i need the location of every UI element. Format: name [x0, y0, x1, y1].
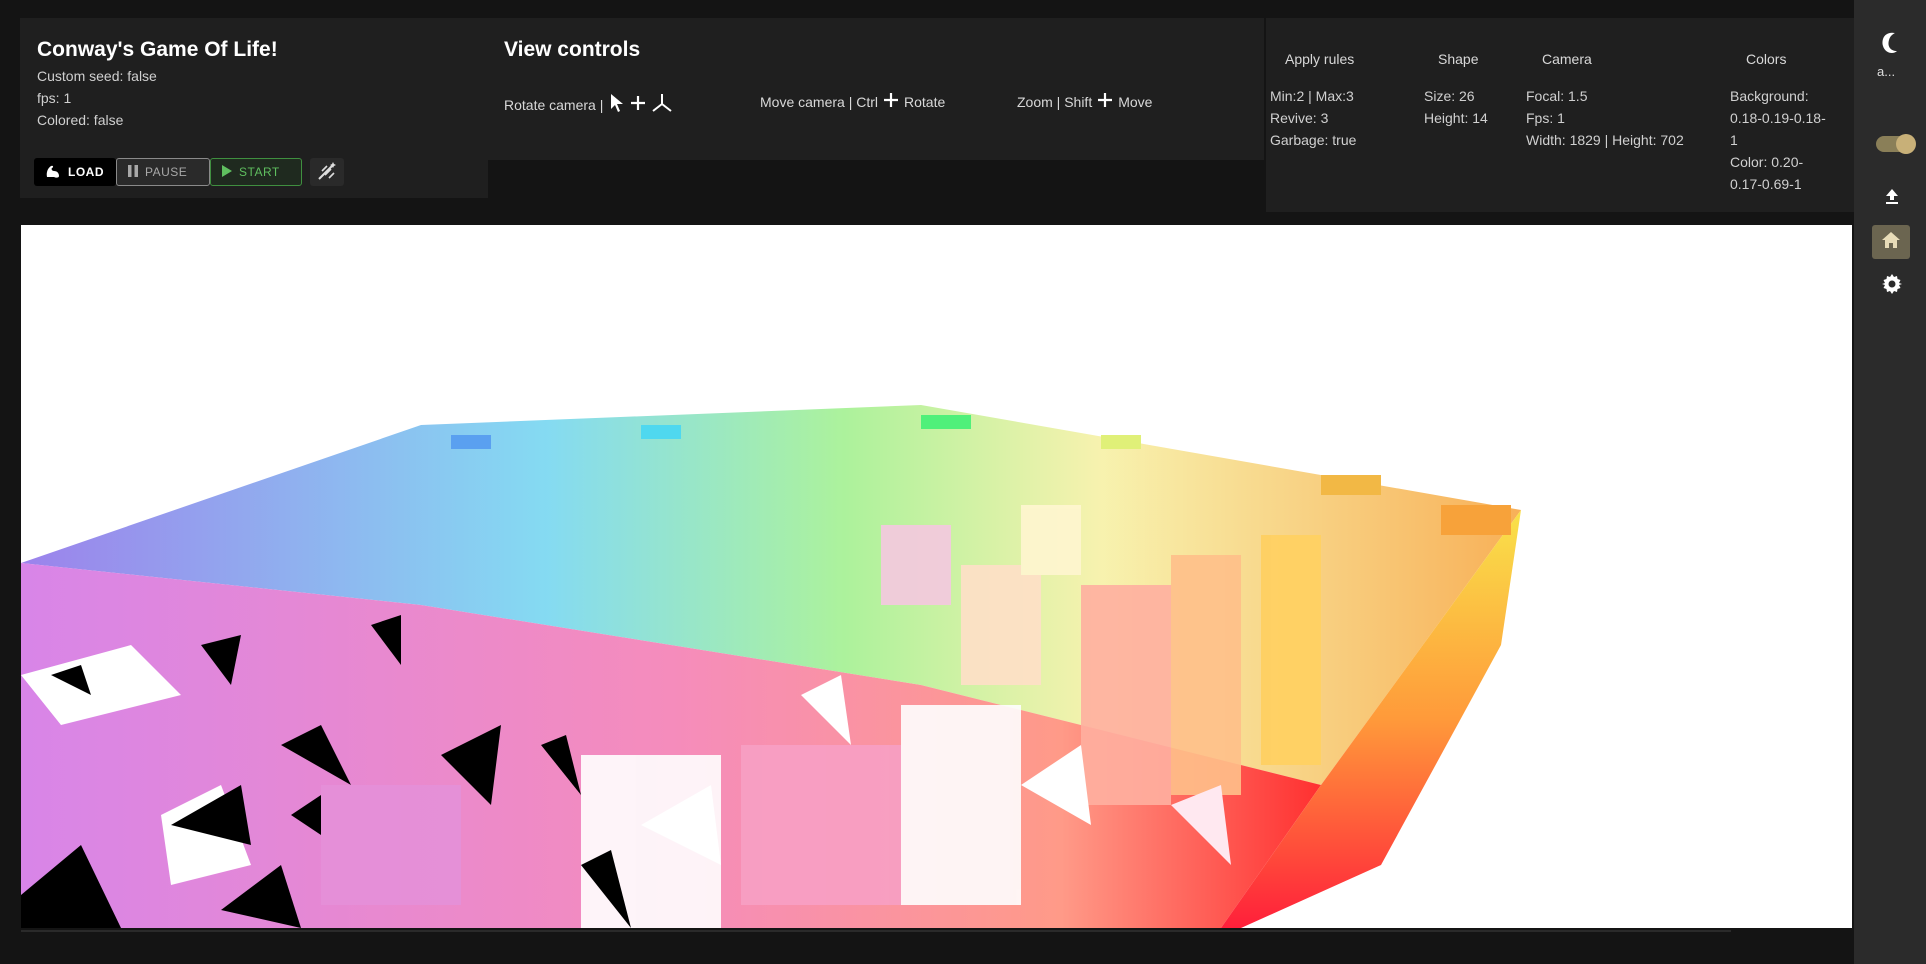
colored-status: Colored: false — [37, 112, 124, 128]
voxel-grid-render — [21, 405, 1521, 928]
colors-background-label: Background: — [1730, 88, 1809, 104]
rotate-camera-label: Rotate camera | — [504, 96, 604, 113]
rules-garbage: Garbage: true — [1270, 132, 1357, 148]
start-button[interactable]: START — [210, 158, 302, 186]
camera-header: Camera — [1542, 51, 1592, 67]
rules-revive: Revive: 3 — [1270, 110, 1329, 126]
muscle-icon — [44, 162, 62, 183]
magic-wand-icon — [316, 160, 338, 185]
game-canvas[interactable] — [21, 225, 1852, 928]
play-icon — [221, 164, 233, 181]
plus-icon — [631, 96, 646, 113]
theme-toggle[interactable] — [1876, 134, 1916, 154]
gear-icon — [1882, 273, 1902, 299]
colors-header: Colors — [1746, 51, 1787, 67]
axes-icon — [651, 93, 673, 116]
shape-header: Shape — [1438, 51, 1479, 67]
home-button[interactable] — [1872, 225, 1910, 259]
camera-focal: Focal: 1.5 — [1526, 88, 1588, 104]
load-button-label: LOAD — [68, 165, 104, 179]
zoom-camera-label: Zoom | Shift — [1017, 93, 1093, 110]
canvas-bottom-divider — [21, 930, 1731, 932]
plus-icon — [1098, 93, 1113, 110]
shape-height: Height: 14 — [1424, 110, 1488, 126]
move-camera-hint: Move camera | Ctrl Rotate — [760, 93, 945, 110]
sidebar-user-label: a... — [1877, 64, 1896, 79]
cursor-icon — [609, 93, 625, 116]
zoom-camera-suffix: Move — [1118, 93, 1153, 110]
settings-button[interactable] — [1876, 271, 1908, 301]
colors-cell-value: 0.17-0.69-1 — [1730, 176, 1802, 192]
shape-size: Size: 26 — [1424, 88, 1475, 104]
load-button[interactable]: LOAD — [34, 158, 116, 186]
plus-icon — [884, 93, 898, 110]
move-camera-label: Move camera | Ctrl — [760, 93, 878, 110]
pause-icon — [127, 164, 139, 181]
upload-icon — [1883, 187, 1901, 210]
right-sidebar: a... — [1854, 0, 1926, 964]
rotate-camera-hint: Rotate camera | — [504, 93, 673, 116]
start-button-label: START — [239, 165, 280, 179]
upload-button[interactable] — [1876, 183, 1908, 213]
colors-cell-label: Color: 0.20- — [1730, 154, 1804, 170]
rules-min-max: Min:2 | Max:3 — [1270, 88, 1354, 104]
view-controls-title: View controls — [504, 38, 641, 61]
random-seed-button[interactable] — [310, 158, 344, 186]
home-icon — [1881, 231, 1901, 254]
pause-button-label: PAUSE — [145, 165, 188, 179]
app-title: Conway's Game Of Life! — [37, 38, 278, 61]
info-panel: Conway's Game Of Life! Custom seed: fals… — [20, 18, 488, 198]
colors-background-value: 0.18-0.19-0.18- — [1730, 110, 1826, 126]
fps-status: fps: 1 — [37, 90, 72, 106]
custom-seed-status: Custom seed: false — [37, 68, 157, 84]
camera-dimensions: Width: 1829 | Height: 702 — [1526, 132, 1684, 148]
apply-rules-header: Apply rules — [1285, 51, 1355, 67]
move-camera-suffix: Rotate — [904, 93, 946, 110]
view-controls-panel: View controls Rotate camera | Move camer… — [488, 18, 1264, 160]
zoom-camera-hint: Zoom | Shift Move — [1017, 93, 1152, 110]
app-logo[interactable] — [1874, 26, 1906, 62]
colors-background-value-cont: 1 — [1730, 132, 1738, 148]
camera-fps: Fps: 1 — [1526, 110, 1565, 126]
toggle-knob — [1896, 134, 1916, 154]
pause-button[interactable]: PAUSE — [116, 158, 210, 186]
settings-summary-panel: Apply rules Min:2 | Max:3 Revive: 3 Garb… — [1266, 18, 1854, 212]
